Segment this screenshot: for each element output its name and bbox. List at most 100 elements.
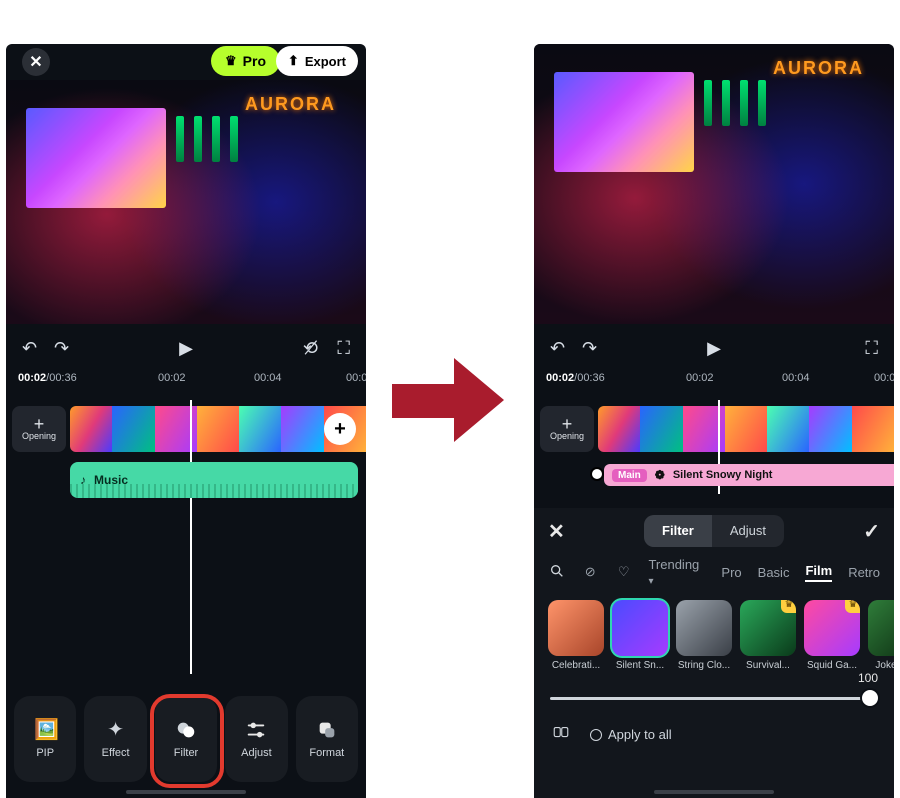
preview-art (554, 72, 694, 172)
video-track[interactable]: + Opening + (6, 406, 366, 454)
filter-swatches: Celebrati... Silent Sn... String Clo... … (534, 590, 894, 675)
tab-filter[interactable]: Filter (644, 515, 712, 547)
close-panel-button[interactable]: ✕ (548, 519, 565, 544)
playhead[interactable] (190, 400, 192, 674)
opening-button[interactable]: + Opening (540, 406, 594, 452)
play-icon[interactable]: ▶ (179, 338, 193, 359)
confirm-button[interactable]: ✓ (863, 519, 880, 544)
apply-to-all-button[interactable]: Apply to all (590, 727, 672, 742)
track-start-handle[interactable] (590, 467, 604, 481)
music-track[interactable]: ♪ Music (70, 462, 358, 498)
time-tick: 00:06 (874, 372, 894, 384)
preview-art (704, 80, 766, 126)
arrow-annotation (392, 360, 512, 440)
fullscreen-icon[interactable]: ⛶ (865, 338, 878, 359)
top-bar: ✕ Pro Export (6, 44, 366, 80)
opening-label: Opening (22, 431, 56, 441)
sparkle-icon: ✦ (105, 719, 127, 741)
applied-filter-track[interactable]: Main ❁ Silent Snowy Night (604, 464, 894, 486)
time-ruler: 00:02/00:36 00:02 00:04 00:06 (534, 372, 894, 394)
category-film[interactable]: Film (805, 563, 832, 582)
transport-controls: ↶ ↷ ▶ ⟲̸ ⛶ (6, 324, 366, 372)
slider-knob[interactable] (862, 690, 878, 706)
filter-button[interactable]: Filter (155, 696, 217, 782)
left-screenshot: ✕ Pro Export AURORA ↶ ↷ ▶ ⟲̸ ⛶ 00:02/00:… (6, 44, 366, 798)
music-label: Music (94, 473, 128, 487)
filter-swatch[interactable]: String Clo... (676, 600, 732, 671)
timeline[interactable]: + Opening Main ❁ Silent Snowy Night (534, 394, 894, 504)
video-preview[interactable]: AURORA (534, 44, 894, 324)
adjust-button[interactable]: Adjust (225, 696, 287, 782)
apply-to-all-label: Apply to all (608, 727, 672, 742)
filter-swatch[interactable]: Survival... (740, 600, 796, 671)
time-ruler: 00:02/00:36 00:02 00:04 00:06 (6, 372, 366, 394)
filter-icon (175, 719, 197, 741)
compare-icon[interactable] (552, 723, 570, 746)
favorite-icon[interactable]: ♡ (615, 564, 632, 580)
undo-icon[interactable]: ↶ (22, 338, 37, 359)
main-chip: Main (612, 469, 647, 482)
tab-adjust[interactable]: Adjust (712, 515, 784, 547)
right-screenshot: AURORA ↶ ↷ ▶ ⛶ 00:02/00:36 00:02 00:04 0… (534, 44, 894, 798)
format-icon (316, 719, 338, 741)
transport-controls: ↶ ↷ ▶ ⛶ (534, 324, 894, 372)
play-icon[interactable]: ▶ (707, 338, 721, 359)
filter-swatch[interactable]: Joker 0... (868, 600, 894, 671)
redo-icon: ↷ (54, 338, 69, 359)
sliders-icon (245, 719, 267, 741)
effect-button[interactable]: ✦ Effect (84, 696, 146, 782)
intensity-slider[interactable]: 100 (534, 675, 894, 715)
filter-swatch-selected[interactable]: Silent Sn... (612, 600, 668, 671)
applied-filter-name: Silent Snowy Night (673, 469, 773, 481)
filter-panel: ✕ Filter Adjust ✓ ⊘ ♡ Trending Pro Basic… (534, 508, 894, 798)
format-button[interactable]: Format (296, 696, 358, 782)
category-retro[interactable]: Retro (848, 565, 880, 580)
filter-categories: ⊘ ♡ Trending Pro Basic Film Retro (534, 554, 894, 590)
music-icon: ♪ (80, 473, 86, 487)
filter-label: Filter (174, 747, 198, 759)
preview-art (26, 108, 166, 208)
bottom-toolbar: 🖼️ PIP ✦ Effect Filter Adjust (6, 696, 366, 782)
redo-icon: ↷ (582, 338, 597, 359)
category-trending[interactable]: Trending (648, 557, 705, 587)
preview-brand-text: AURORA (773, 58, 864, 79)
home-indicator (126, 790, 246, 794)
pip-button[interactable]: 🖼️ PIP (14, 696, 76, 782)
effect-label: Effect (102, 747, 130, 759)
video-preview[interactable]: AURORA (6, 80, 366, 324)
time-tick: 00:04 (254, 372, 282, 384)
time-tick: 00:02 (686, 372, 714, 384)
clip-thumbnails[interactable] (70, 406, 366, 452)
preview-brand-text: AURORA (245, 94, 336, 115)
time-current: 00:02/00:36 (546, 372, 605, 384)
export-button[interactable]: Export (276, 46, 358, 76)
home-indicator (654, 790, 774, 794)
pip-label: PIP (36, 747, 54, 759)
opening-button[interactable]: + Opening (12, 406, 66, 452)
filter-swatch[interactable]: Celebrati... (548, 600, 604, 671)
plus-icon: + (34, 417, 45, 431)
pro-badge[interactable]: Pro (211, 46, 280, 76)
add-clip-button[interactable]: + (324, 413, 356, 445)
category-basic[interactable]: Basic (758, 565, 790, 580)
category-pro[interactable]: Pro (721, 565, 741, 580)
opening-label: Opening (550, 431, 584, 441)
close-button[interactable]: ✕ (22, 48, 50, 76)
clip-thumbnails[interactable] (598, 406, 894, 452)
search-icon[interactable] (548, 563, 565, 582)
time-tick: 00:06 (346, 372, 366, 384)
adjust-label: Adjust (241, 747, 272, 759)
time-tick: 00:02 (158, 372, 186, 384)
timeline[interactable]: + Opening + ♪ Music (6, 394, 366, 498)
filter-icon: ❁ (655, 468, 665, 482)
filter-swatch[interactable]: Squid Ga... (804, 600, 860, 671)
loop-toggle-icon[interactable]: ⟲̸ (303, 338, 318, 359)
time-tick: 00:04 (782, 372, 810, 384)
radio-icon (590, 729, 602, 741)
plus-icon: + (562, 417, 573, 431)
video-track[interactable]: + Opening (534, 406, 894, 454)
fullscreen-icon[interactable]: ⛶ (337, 338, 350, 359)
none-icon[interactable]: ⊘ (581, 564, 598, 580)
preview-art (176, 116, 238, 162)
undo-icon[interactable]: ↶ (550, 338, 565, 359)
